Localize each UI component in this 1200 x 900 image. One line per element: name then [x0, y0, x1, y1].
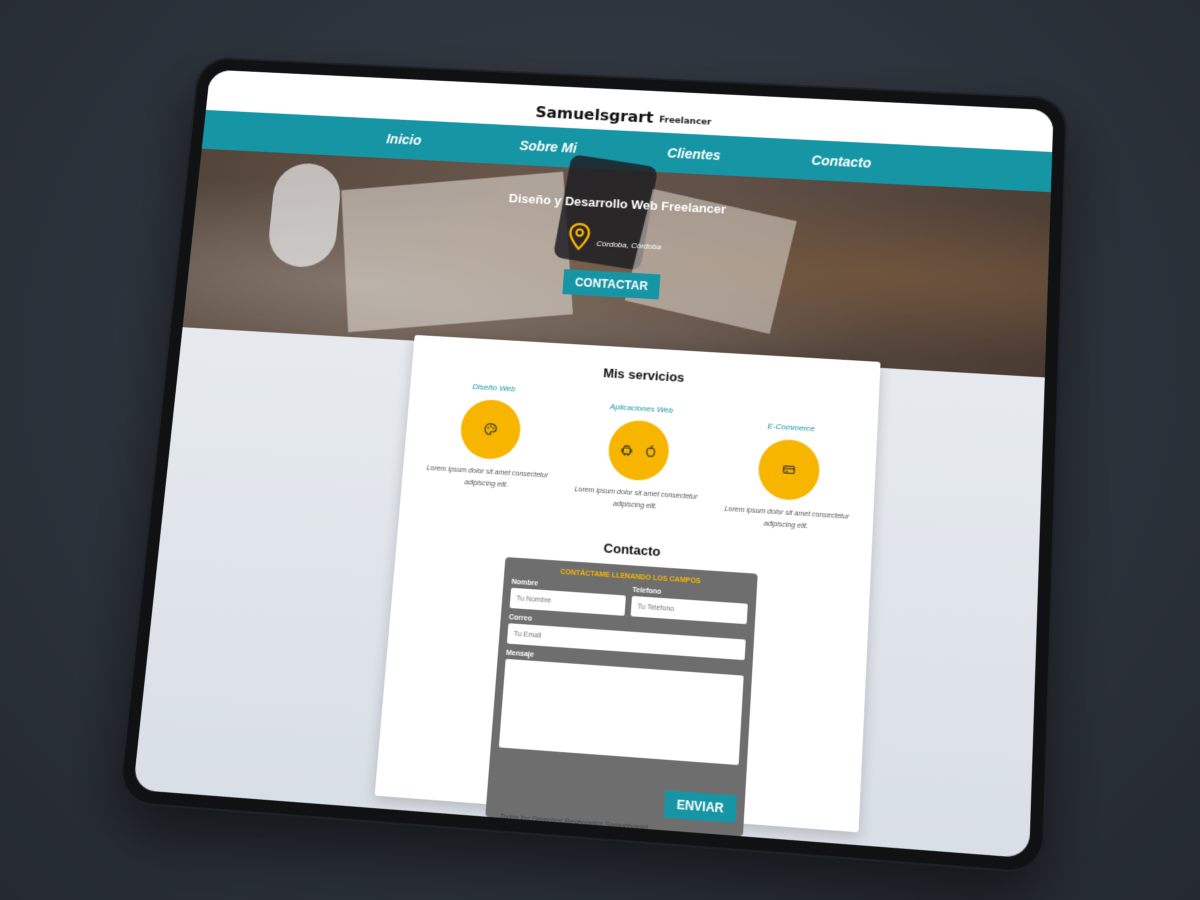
service-icon-circle: [458, 398, 523, 461]
apple-icon: [643, 444, 658, 459]
name-input[interactable]: [509, 587, 626, 616]
scene: Samuelsgrart Freelancer Inicio Sobre Mi …: [0, 0, 1200, 900]
phone-field-group: Telefono: [630, 587, 749, 625]
service-title: E-Commerce: [767, 421, 816, 434]
service-description: Lorem ipsum dolor sit amet consectetur a…: [426, 464, 549, 489]
brand-name[interactable]: Samuelsgrart: [535, 103, 654, 127]
send-button[interactable]: ENVIAR: [663, 790, 737, 824]
palette-icon: [483, 422, 498, 437]
nav-item-clientes[interactable]: Clientes: [620, 143, 768, 165]
location-pin-icon: [567, 222, 593, 252]
tablet-screen: Samuelsgrart Freelancer Inicio Sobre Mi …: [132, 69, 1054, 859]
message-textarea[interactable]: [498, 658, 744, 766]
nav-item-sobre-mi[interactable]: Sobre Mi: [475, 136, 621, 158]
nav-item-contacto[interactable]: Contacto: [767, 150, 916, 173]
content-card: Mis servicios Diseño Web Lorem ipsum dol…: [374, 334, 881, 837]
contact-form: Contáctame llenando los campos Nombre Te…: [485, 557, 758, 837]
android-icon: [620, 444, 634, 457]
location-text: Córdoba, Córdoba: [596, 238, 662, 251]
service-item-web-apps: Aplicaciones Web Lorem ipsum dolor sit a…: [564, 400, 712, 527]
phone-input[interactable]: [630, 595, 748, 625]
hero-title: Diseño y Desarrollo Web Freelancer: [508, 190, 727, 217]
service-item-ecommerce: E-Commerce Lorem ipsum dolor sit amet co…: [715, 419, 863, 537]
service-title: Diseño Web: [472, 382, 516, 394]
name-field-group: Nombre: [509, 579, 627, 616]
message-field-group: Mensaje: [498, 650, 744, 771]
form-row-message: Mensaje: [498, 650, 744, 771]
hero-location: Córdoba, Córdoba: [567, 222, 663, 256]
service-title: Aplicaciones Web: [609, 402, 674, 415]
service-icon-circle: [606, 418, 671, 483]
service-description: Lorem ipsum dolor sit amet consectetur a…: [724, 505, 850, 531]
service-description: Lorem ipsum dolor sit amet consectetur a…: [574, 486, 698, 511]
service-icon-circle: [756, 437, 821, 502]
nav-item-inicio[interactable]: Inicio: [332, 128, 477, 150]
brand-subtitle: Freelancer: [658, 115, 712, 128]
tablet-device: Samuelsgrart Freelancer Inicio Sobre Mi …: [117, 56, 1068, 875]
services-list: Diseño Web Lorem ipsum dolor sit amet co…: [400, 378, 879, 537]
contact-cta-button[interactable]: CONTACTAR: [562, 269, 661, 300]
service-item-web-design: Diseño Web Lorem ipsum dolor sit amet co…: [415, 379, 564, 517]
credit-card-icon: [781, 462, 796, 477]
